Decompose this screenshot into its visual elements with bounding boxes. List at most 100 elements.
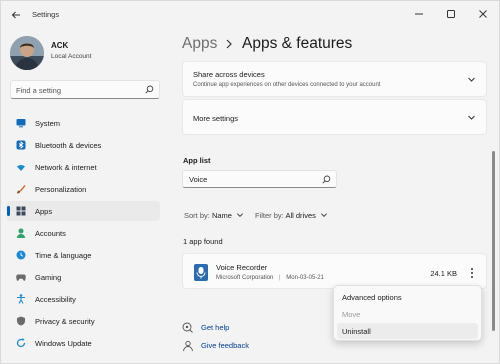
more-vertical-icon [471,268,473,278]
chevron-down-icon [468,115,475,120]
update-icon [16,338,26,348]
feedback-icon [183,340,193,352]
sort-value: Name [211,211,232,220]
bluetooth-icon [16,140,26,150]
sidebar-item-bluetooth[interactable]: Bluetooth & devices [7,135,160,155]
gamepad-icon [16,274,26,281]
voice-recorder-app-icon [194,264,208,281]
brush-icon [17,185,26,194]
filter-value: All drives [285,211,316,220]
sidebar-item-label: Bluetooth & devices [35,141,102,150]
sidebar-item-label: Personalization [35,185,87,194]
settings-window: Settings ACK Local Account Find a settin… [0,0,500,364]
search-icon [322,175,331,184]
chevron-down-icon [468,77,475,82]
sidebar-item-label: Accessibility [35,295,76,304]
app-list-search-input[interactable] [189,174,317,185]
sidebar-item-label: Windows Update [35,339,92,348]
sidebar-item-label: Privacy & security [35,317,95,326]
sort-dropdown[interactable]: Sort by: Name [184,211,244,220]
maximize-button[interactable] [440,5,462,23]
app-row-voice-recorder: Voice Recorder Microsoft Corporation | M… [182,253,487,289]
maximize-icon [447,10,455,18]
chevron-down-icon [320,213,327,217]
app-context-menu: Advanced options Move Uninstall [333,285,482,341]
get-help-label: Get help [201,323,230,332]
more-settings-card[interactable]: More settings [182,99,487,135]
back-button[interactable] [7,6,25,24]
app-list-search[interactable] [182,170,337,188]
sidebar-item-time-language[interactable]: Time & language [7,245,160,265]
window-title: Settings [32,10,60,19]
person-icon [16,228,26,238]
sidebar: ACK Local Account System Bluetooth & dev… [1,29,169,364]
minimize-icon [415,13,423,15]
apps-found-count: 1 app found [183,237,223,246]
menu-item-advanced-options[interactable]: Advanced options [337,289,478,305]
settings-search[interactable] [10,80,160,99]
sidebar-item-accessibility[interactable]: Accessibility [7,289,160,309]
share-across-devices-card[interactable]: Share across devices Continue app experi… [182,61,487,97]
filter-label: Filter by: [255,211,284,220]
app-date: Mon-03-05-21 [286,275,324,281]
more-options-button[interactable] [466,265,478,281]
sidebar-item-label: Gaming [35,273,62,282]
search-icon [145,85,154,94]
app-meta: Microsoft Corporation | Mon-03-05-21 [216,275,324,281]
settings-search-input[interactable] [16,84,141,96]
menu-item-label: Uninstall [342,327,371,336]
more-settings-label: More settings [193,114,239,123]
shield-icon [17,316,25,326]
app-list-heading: App list [183,156,211,165]
arrow-left-icon [11,11,20,19]
give-feedback-label: Give feedback [201,341,249,350]
sidebar-item-label: Time & language [35,251,92,260]
meta-separator: | [279,275,281,281]
sidebar-item-label: Apps [35,207,53,216]
close-icon [479,10,487,18]
menu-item-uninstall[interactable]: Uninstall [337,323,478,339]
close-button[interactable] [472,5,494,23]
accessibility-icon [17,294,25,304]
help-chat-icon [182,322,193,333]
monitor-icon [16,119,26,128]
share-title: Share across devices [193,70,265,79]
app-publisher: Microsoft Corporation [216,275,274,281]
apps-grid-icon [16,206,26,216]
menu-item-label: Advanced options [342,293,402,302]
user-photo [10,36,44,70]
menu-item-label: Move [342,310,361,319]
globe-clock-icon [16,250,26,260]
sidebar-item-label: Network & internet [35,163,97,172]
avatar[interactable] [10,36,44,70]
sidebar-item-network[interactable]: Network & internet [7,157,160,177]
wifi-icon [17,164,25,171]
sidebar-item-apps[interactable]: Apps [7,201,160,221]
share-subtitle: Continue app experiences on other device… [193,82,381,88]
sidebar-item-accounts[interactable]: Accounts [7,223,160,243]
sort-label: Sort by: [184,211,210,220]
user-name: ACK [51,41,69,50]
sidebar-item-system[interactable]: System [7,113,160,133]
chevron-right-icon [226,39,232,49]
sidebar-item-label: Accounts [35,229,66,238]
chevron-down-icon [237,213,244,217]
get-help-link[interactable]: Get help [182,321,262,335]
app-name: Voice Recorder [216,263,268,272]
title-bar: Settings [1,1,500,29]
menu-item-move: Move [337,306,478,322]
active-indicator [7,206,10,216]
app-size: 24.1 KB [430,269,457,278]
minimize-button[interactable] [408,5,430,23]
account-type: Local Account [51,53,92,60]
sidebar-item-personalization[interactable]: Personalization [7,179,160,199]
sidebar-item-windows-update[interactable]: Windows Update [7,333,160,353]
filter-dropdown[interactable]: Filter by: All drives [255,211,328,220]
give-feedback-link[interactable]: Give feedback [182,339,272,353]
sidebar-item-label: System [35,119,61,128]
page-title: Apps & features [242,35,353,52]
breadcrumb-parent[interactable]: Apps [182,35,217,53]
scrollbar[interactable] [492,151,495,331]
sidebar-item-privacy[interactable]: Privacy & security [7,311,160,331]
sidebar-item-gaming[interactable]: Gaming [7,267,160,287]
